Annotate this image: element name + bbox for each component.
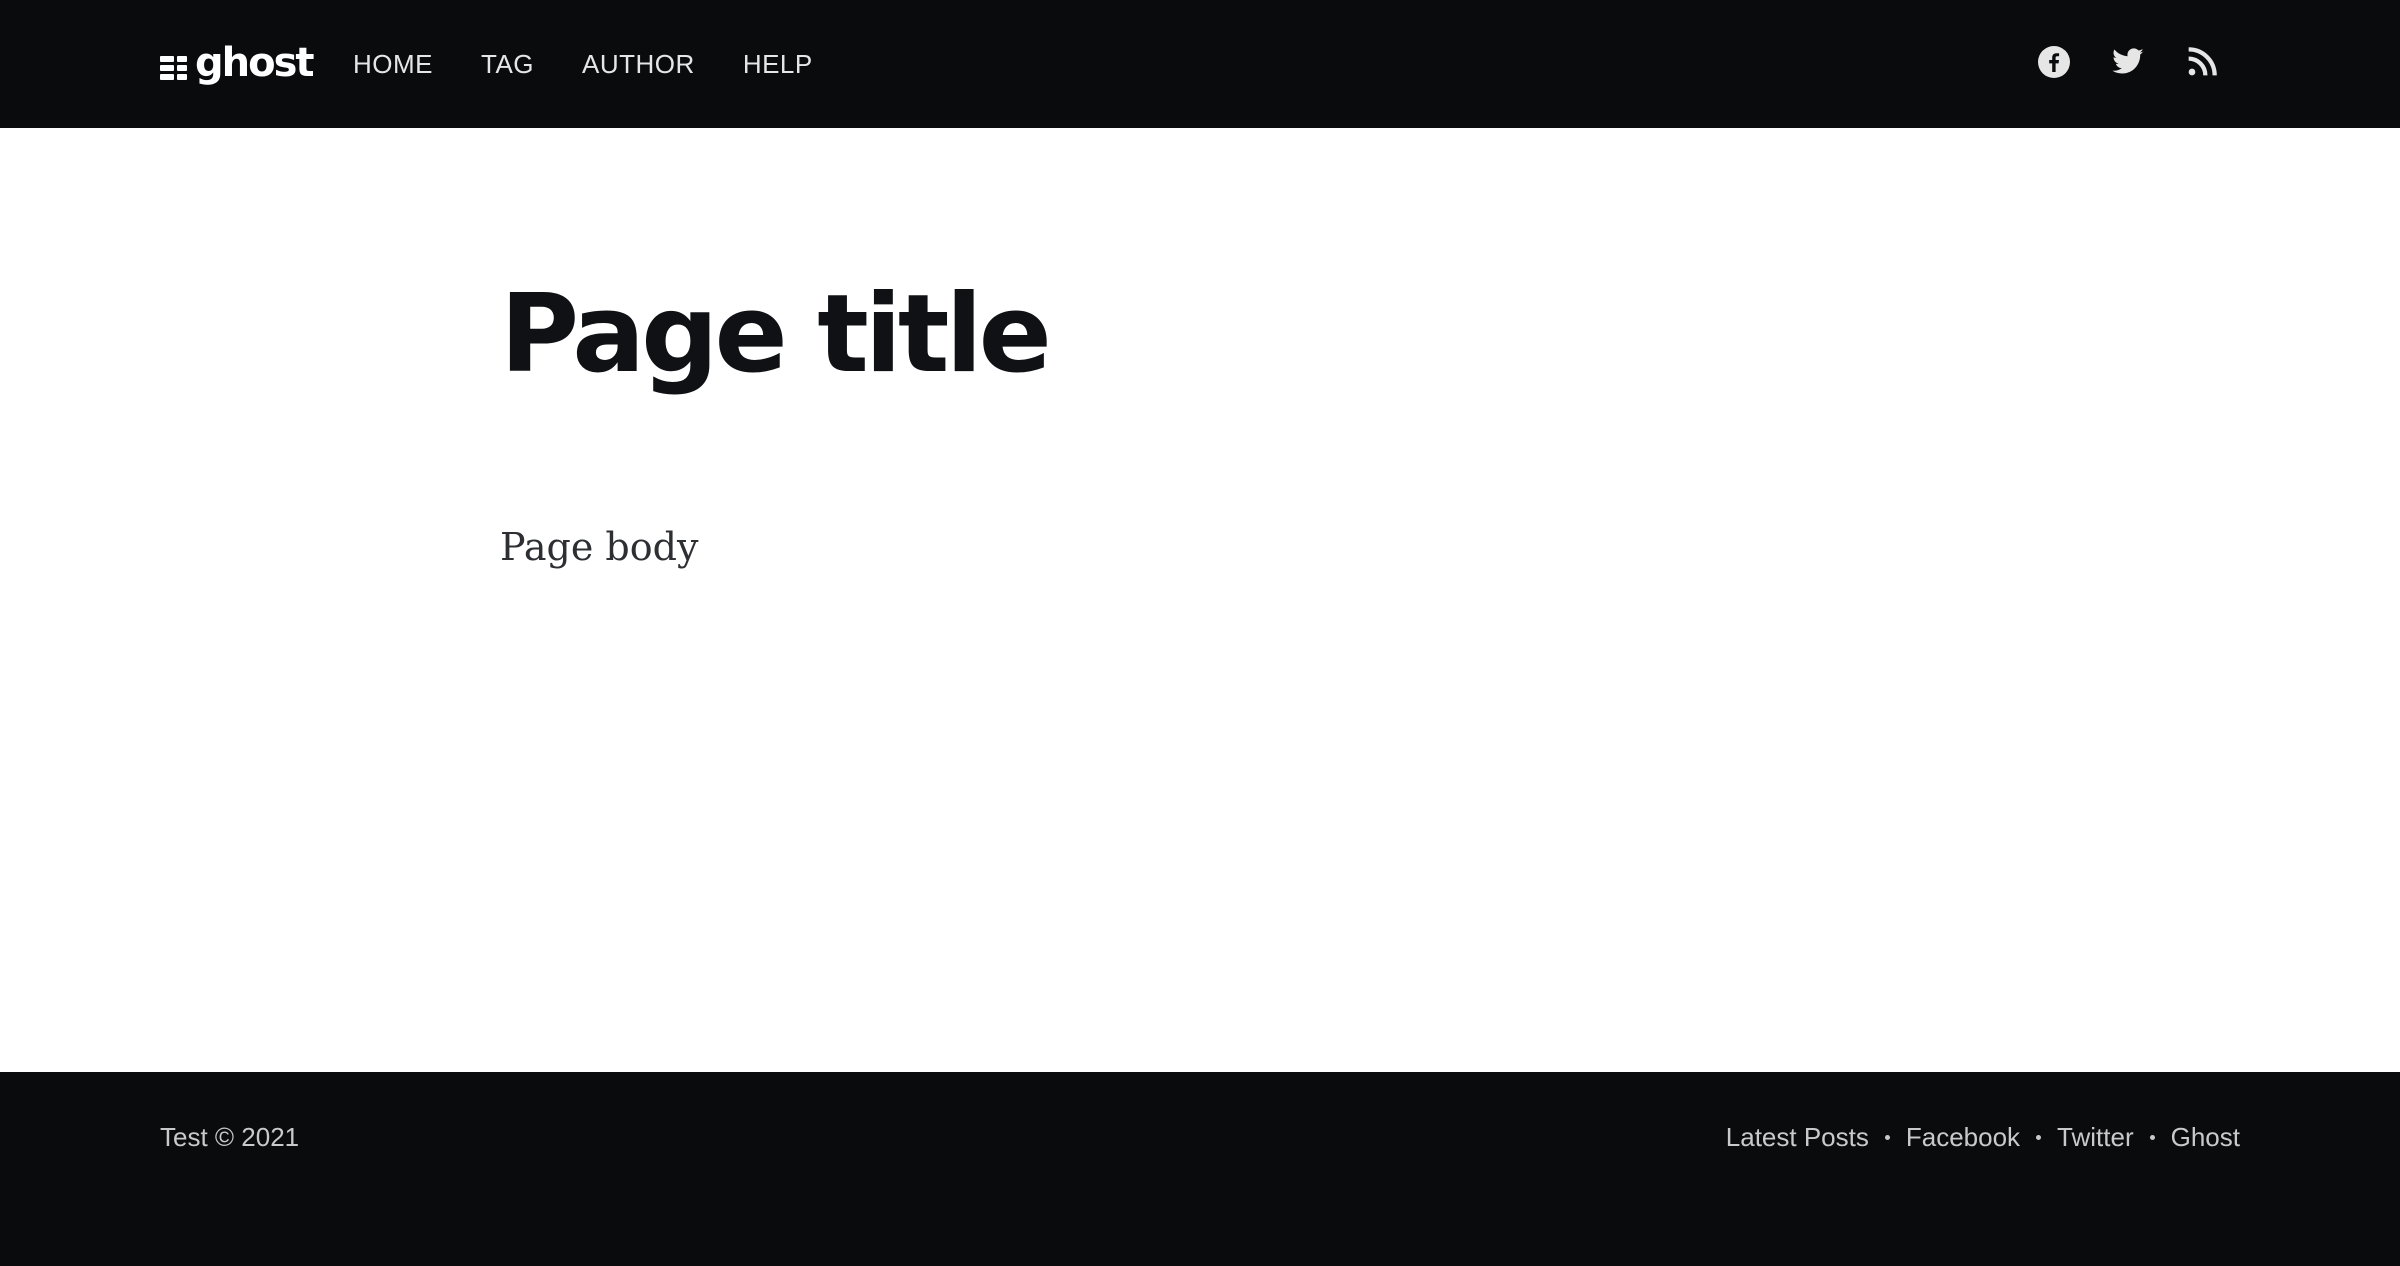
copyright-text: Test © 2021 — [160, 1122, 300, 1152]
site-footer: Test © 2021 Latest Posts Facebook Twitte… — [0, 1072, 2400, 1266]
footer-nav: Latest Posts Facebook Twitter Ghost — [1726, 1120, 2240, 1154]
page-body: Page body — [500, 525, 699, 569]
nav-item-author[interactable]: AUTHOR — [582, 47, 695, 81]
footer-separator — [1884, 1134, 1890, 1140]
main-nav: HOME TAG AUTHOR HELP — [353, 47, 861, 81]
social-links — [2037, 45, 2259, 79]
footer-link-latest-posts[interactable]: Latest Posts — [1726, 1120, 1869, 1154]
footer-separator — [2036, 1134, 2042, 1140]
ghost-logo-icon — [160, 56, 187, 80]
rss-icon[interactable] — [2185, 45, 2219, 79]
footer-separator — [2149, 1134, 2155, 1140]
page-content: Page title Page body — [500, 270, 1900, 569]
site-header: ghost HOME TAG AUTHOR HELP — [0, 0, 2400, 128]
facebook-icon[interactable] — [2037, 45, 2071, 79]
nav-item-tag[interactable]: TAG — [481, 47, 534, 81]
nav-item-home[interactable]: HOME — [353, 47, 433, 81]
footer-link-ghost[interactable]: Ghost — [2171, 1120, 2240, 1154]
page-title: Page title — [500, 272, 1052, 397]
footer-link-twitter[interactable]: Twitter — [2057, 1120, 2134, 1154]
logo-text: ghost — [195, 40, 315, 86]
nav-item-help[interactable]: HELP — [743, 47, 813, 81]
site-logo[interactable]: ghost — [160, 38, 315, 88]
twitter-icon[interactable] — [2111, 45, 2145, 79]
footer-link-facebook[interactable]: Facebook — [1906, 1120, 2020, 1154]
